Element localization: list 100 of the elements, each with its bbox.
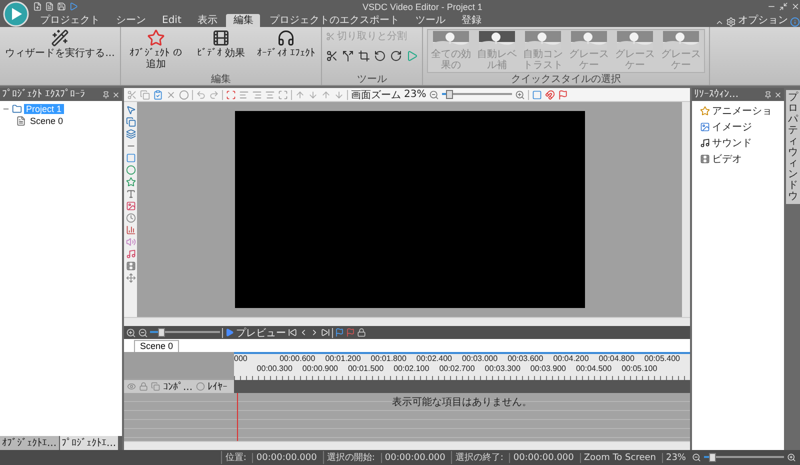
app-logo[interactable]	[3, 1, 29, 27]
align-left-icon[interactable]	[239, 90, 249, 100]
side-tab[interactable]: プロパティウィンドウ	[786, 90, 800, 204]
pin-icon[interactable]	[764, 90, 772, 98]
time-label: 00:04.800	[598, 354, 636, 364]
circle-icon[interactable]	[196, 382, 205, 391]
image-icon[interactable]	[126, 201, 136, 211]
crop-icon[interactable]	[358, 50, 370, 62]
column-header: ｺﾝﾎﾟ...	[163, 380, 193, 392]
marker-icon[interactable]	[335, 328, 344, 337]
time-label: 000	[234, 354, 248, 364]
settings-icon[interactable]	[726, 17, 736, 27]
text-icon[interactable]	[126, 189, 136, 199]
marker-icon[interactable]	[346, 328, 355, 337]
lock-icon[interactable]	[357, 328, 366, 337]
align-center-icon[interactable]	[265, 90, 275, 100]
star-icon[interactable]	[147, 29, 165, 47]
split-icon[interactable]	[342, 50, 354, 62]
collapse-ribbon-icon[interactable]	[715, 18, 724, 27]
scrollbar[interactable]	[124, 441, 690, 450]
ribbon-button[interactable]: ﾋﾞﾃﾞｵ 効果	[190, 29, 252, 59]
copy-icon[interactable]	[126, 117, 136, 127]
image-icon[interactable]	[700, 122, 710, 132]
layers-icon[interactable]	[126, 129, 136, 139]
scrollbar[interactable]	[682, 102, 690, 317]
panel-tab[interactable]: ﾌﾟﾛｼﾞｪｸﾄｴ...	[60, 436, 118, 450]
resource-item[interactable]: アニメーショ	[712, 104, 772, 118]
copy-icon[interactable]	[151, 382, 160, 391]
music-icon[interactable]	[700, 138, 710, 148]
scrollbar[interactable]	[124, 317, 690, 326]
scene-tab[interactable]: Scene 0	[134, 340, 180, 352]
fit-icon[interactable]	[278, 90, 288, 100]
zoom-out-icon[interactable]	[138, 328, 148, 338]
panel-tab[interactable]: ｵﾌﾞｼﾞｪｸﾄｴ...	[0, 436, 59, 450]
pin-icon[interactable]	[102, 90, 110, 98]
paste-icon[interactable]	[153, 90, 163, 100]
column-header: ﾚｲﾔｰ	[208, 380, 228, 392]
resource-item[interactable]: イメージ	[712, 120, 752, 134]
ellipse-icon[interactable]	[126, 165, 136, 175]
timeline-ruler[interactable]: 000 00:00.300 00:00.600 00:00.900 00:01.200 00:01.500 00:01.800 00:02.100 00:02.400 00:02.700 00:03.000 00:03.300 00:03.600 00:03.900 00:04.200 00:04.500 00:04.800 00:05.100 00:05.400	[234, 352, 690, 380]
eye-icon[interactable]	[127, 382, 136, 391]
ribbon-button[interactable]: ｵｰﾃﾞｨｵ ｴﾌｪｸﾄ	[255, 29, 317, 59]
speaker-icon[interactable]	[126, 237, 136, 247]
magic-wand-icon[interactable]	[51, 29, 69, 47]
film-icon[interactable]	[126, 261, 136, 271]
align-right-icon[interactable]	[252, 90, 262, 100]
rectangle-icon[interactable]	[126, 153, 136, 163]
menu-tab[interactable]: プロジェクトのエクスポート	[262, 14, 406, 27]
document-icon[interactable]	[16, 116, 26, 126]
menu-tab[interactable]: ツール	[408, 14, 452, 27]
previous-icon[interactable]	[299, 328, 308, 337]
chart-icon[interactable]	[126, 225, 136, 235]
rotate-left-icon[interactable]	[374, 50, 386, 62]
close-icon[interactable]	[774, 90, 782, 98]
info-icon[interactable]	[790, 17, 800, 27]
zoom-in-icon[interactable]	[515, 90, 526, 100]
status-value: 00:00:00.000	[380, 452, 448, 462]
headphones-icon[interactable]	[277, 29, 295, 47]
menu-tab[interactable]: 表示	[190, 14, 224, 27]
save-icon[interactable]	[57, 2, 66, 11]
preview-button[interactable]: プレビュー	[225, 326, 286, 340]
ribbon-button[interactable]: ｵﾌﾞｼﾞｪｸﾄ の追加	[125, 29, 187, 70]
zoom-in-icon[interactable]	[126, 328, 136, 338]
clock-icon[interactable]	[126, 213, 136, 223]
menu-tab[interactable]: Edit	[155, 14, 188, 27]
select-all-icon[interactable]	[226, 90, 236, 100]
menu-tab[interactable]: 登録	[454, 14, 488, 27]
magnet-icon[interactable]	[545, 90, 556, 100]
play-icon[interactable]	[69, 2, 78, 11]
close-icon[interactable]	[791, 2, 800, 11]
skip-back-icon[interactable]	[288, 328, 297, 337]
tree-item[interactable]: Scene 0	[28, 116, 66, 126]
wizard-button[interactable]: ウィザードを実行する...	[4, 29, 116, 59]
zoom-slider[interactable]	[150, 328, 220, 337]
scissors-icon[interactable]	[326, 50, 338, 62]
restore-icon[interactable]	[779, 2, 788, 11]
rotate-right-icon[interactable]	[390, 50, 402, 62]
menu-tab[interactable]: シーン	[109, 14, 153, 27]
new-file-icon[interactable]	[33, 2, 42, 11]
menu-tab[interactable]: プロジェクト	[33, 14, 107, 27]
star-icon[interactable]	[126, 177, 136, 187]
delete-icon[interactable]	[166, 90, 176, 100]
flag-icon[interactable]	[558, 90, 568, 100]
zoom-mode[interactable]: Zoom To Screen	[580, 452, 659, 462]
resource-item[interactable]: サウンド	[712, 136, 752, 150]
folder-icon[interactable]	[12, 104, 22, 114]
film-icon[interactable]	[700, 154, 710, 164]
skip-forward-icon[interactable]	[321, 328, 330, 337]
zoom-out-icon[interactable]	[429, 90, 440, 100]
film-icon[interactable]	[212, 29, 230, 47]
close-icon[interactable]	[112, 90, 120, 98]
resource-item[interactable]: ビデオ	[712, 152, 742, 166]
menu-tab[interactable]: 編集	[226, 14, 260, 27]
circle-icon[interactable]	[179, 90, 189, 100]
options-button[interactable]: オプション	[738, 14, 788, 27]
pointer-icon[interactable]	[126, 105, 136, 115]
status-value: 00:00:00.000	[509, 452, 577, 462]
next-icon[interactable]	[310, 328, 319, 337]
move-icon[interactable]	[126, 273, 136, 283]
zoom-value[interactable]: 23%	[404, 89, 426, 100]
